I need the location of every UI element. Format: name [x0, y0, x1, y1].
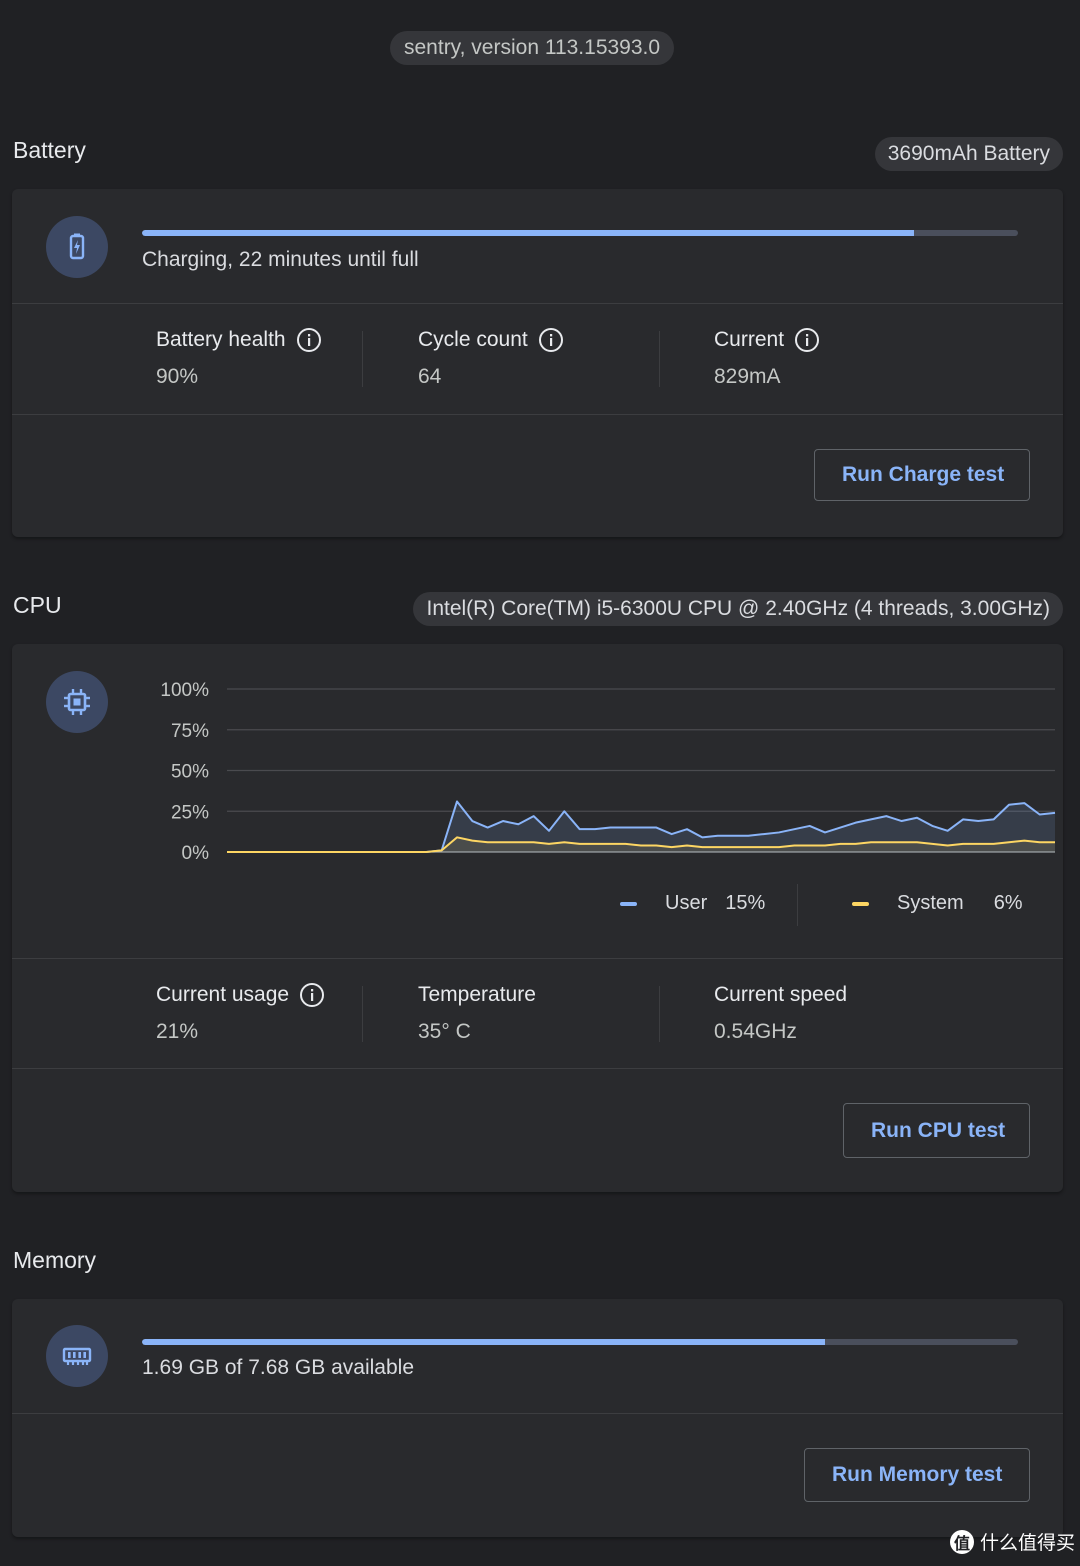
stat-label: Current usage	[156, 983, 290, 1006]
watermark: 值 什么值得买	[950, 1528, 1075, 1555]
y-tick-label: 0%	[182, 843, 210, 864]
version-chip: sentry, version 113.15393.0	[390, 31, 675, 65]
memory-usage-bar	[142, 1339, 1018, 1345]
y-tick-label: 25%	[171, 802, 209, 823]
legend-user-label: User	[665, 892, 708, 914]
info-icon[interactable]	[299, 982, 325, 1008]
battery-icon	[46, 216, 108, 278]
battery-charge-bar	[142, 230, 1018, 236]
y-tick-label: 50%	[171, 762, 209, 783]
cpu-chip-icon	[46, 671, 108, 733]
stat-value: 21%	[156, 1020, 199, 1043]
legend-user: User 15%	[620, 892, 765, 915]
watermark-logo-icon: 值	[950, 1529, 974, 1554]
memory-card: 1.69 GB of 7.68 GB available Run Memory …	[12, 1299, 1063, 1537]
legend-system-swatch	[852, 901, 869, 906]
stat-current: Current 829mA	[714, 325, 820, 389]
battery-section-title: Battery	[13, 137, 86, 163]
legend-system-label: System	[897, 892, 964, 914]
y-tick-label: 75%	[171, 721, 209, 742]
stat-label: Battery health	[156, 328, 286, 351]
battery-capacity-chip: 3690mAh Battery	[874, 137, 1063, 171]
cpu-usage-chart: 100% 75% 50% 25% 0%	[160, 680, 1056, 864]
battery-card: Charging, 22 minutes until full Battery …	[12, 189, 1063, 537]
memory-icon	[46, 1325, 108, 1387]
cpu-model-chip: Intel(R) Core(TM) i5-6300U CPU @ 2.40GHz…	[413, 592, 1063, 626]
stat-current-speed: Current speed 0.54GHz	[714, 980, 847, 1044]
cpu-section-title: CPU	[13, 592, 62, 618]
stat-current-usage: Current usage 21%	[156, 980, 325, 1044]
info-icon[interactable]	[538, 327, 564, 353]
battery-charge-fill	[142, 230, 914, 236]
stat-value: 0.54GHz	[714, 1020, 797, 1043]
stat-label: Temperature	[418, 983, 536, 1006]
legend-system-value: 6%	[993, 892, 1023, 914]
stat-temperature: Temperature 35° C	[418, 980, 536, 1044]
stat-value: 64	[418, 365, 442, 388]
watermark-text: 什么值得买	[980, 1533, 1076, 1554]
stat-battery-health: Battery health 90%	[156, 325, 322, 389]
stat-label: Current speed	[714, 983, 848, 1006]
legend-user-value: 15%	[725, 892, 766, 914]
y-tick-label: 100%	[160, 680, 209, 701]
run-charge-test-button[interactable]: Run Charge test	[814, 449, 1030, 501]
legend-system: System 6%	[852, 892, 1023, 915]
memory-usage-fill	[142, 1339, 826, 1345]
battery-status: Charging, 22 minutes until full	[142, 248, 419, 271]
stat-value: 829mA	[714, 365, 781, 388]
run-cpu-test-button[interactable]: Run CPU test	[843, 1103, 1030, 1158]
cpu-card: 100% 75% 50% 25% 0% User 15% System 6% Curre…	[12, 644, 1063, 1192]
legend-user-swatch	[620, 901, 637, 906]
stat-label: Cycle count	[418, 328, 528, 351]
stat-value: 90%	[156, 365, 199, 388]
stat-cycle-count: Cycle count 64	[418, 325, 564, 389]
info-icon[interactable]	[794, 327, 820, 353]
stat-value: 35° C	[418, 1020, 471, 1043]
memory-status: 1.69 GB of 7.68 GB available	[142, 1356, 415, 1379]
run-memory-test-button[interactable]: Run Memory test	[804, 1448, 1030, 1502]
memory-section-title: Memory	[13, 1247, 97, 1273]
stat-label: Current	[714, 328, 785, 351]
info-icon[interactable]	[296, 327, 322, 353]
